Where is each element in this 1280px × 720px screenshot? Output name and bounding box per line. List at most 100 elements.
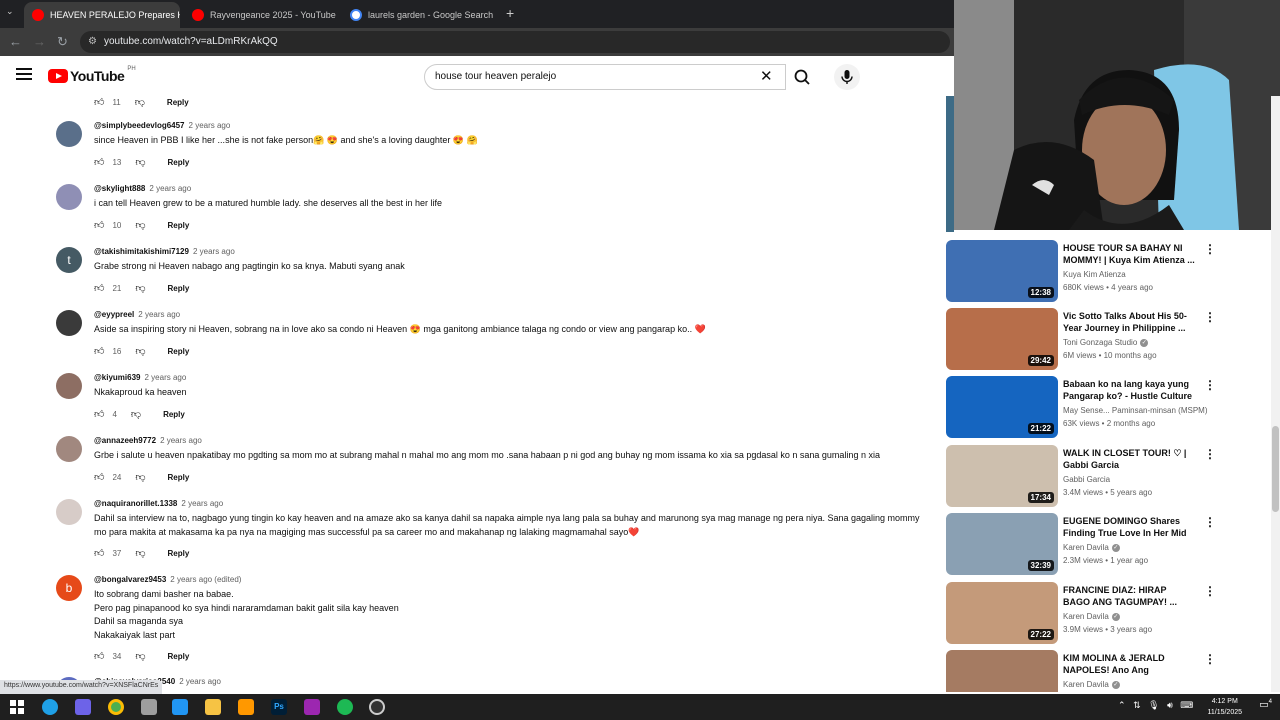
comment-time[interactable]: 2 years ago [145,373,187,382]
dislike-icon[interactable]: 👎︎ [135,156,145,168]
voice-search-button[interactable] [834,64,860,90]
comment-time[interactable]: 2 years ago [193,247,235,256]
reply-button[interactable]: Reply [168,652,190,661]
comment-time[interactable]: 2 years ago [181,499,223,508]
edge-icon[interactable] [42,699,58,715]
back-icon[interactable]: ← [9,34,22,49]
more-options-icon[interactable]: ⋮ [1204,242,1216,256]
channel-name[interactable]: Gabbi Garcia [1063,475,1110,484]
photoshop-icon[interactable]: Ps [271,699,287,715]
avatar[interactable] [56,499,82,525]
related-thumbnail-partial[interactable] [946,96,954,232]
visual-studio-icon[interactable] [304,699,320,715]
search-button[interactable] [786,64,822,90]
video-thumbnail[interactable]: 17:34 [946,445,1058,507]
channel-name[interactable]: Karen Davila ✓ [1063,612,1120,621]
vscode-icon[interactable] [172,699,188,715]
network-icon[interactable]: ⇅ [1133,700,1141,710]
system-tray[interactable]: ⌃ ⇅ 🎙︎ 🔊︎ ⌨ [1118,700,1193,711]
video-title[interactable]: Babaan ko na lang kaya yung Pangarap ko?… [1063,378,1195,402]
like-icon[interactable]: 👍︎ [94,471,104,483]
new-tab-button[interactable]: + [506,5,514,21]
comment-author[interactable]: @skylight888 [94,184,145,193]
volume-icon[interactable]: 🔊︎ [1167,700,1173,710]
video-thumbnail[interactable]: 29:42 [946,308,1058,370]
clock[interactable]: 4:12 PM 11/15/2025 [1207,696,1242,718]
like-icon[interactable]: 👍︎ [94,96,104,108]
channel-name[interactable]: May Sense... Paminsan-minsan (MSPM) [1063,406,1208,415]
more-options-icon[interactable]: ⋮ [1204,652,1216,666]
like-icon[interactable]: 👍︎ [94,408,104,420]
dislike-icon[interactable]: 👎︎ [135,96,145,108]
avatar[interactable] [56,373,82,399]
related-video-item[interactable]: 17:34 WALK IN CLOSET TOUR! ♡ | Gabbi Gar… [946,445,1246,507]
video-thumbnail[interactable] [946,650,1058,692]
more-options-icon[interactable]: ⋮ [1204,378,1216,392]
related-video-item[interactable]: 32:39 EUGENE DOMINGO Shares Finding True… [946,513,1246,575]
video-title[interactable]: WALK IN CLOSET TOUR! ♡ | Gabbi Garcia [1063,447,1195,471]
site-info-icon[interactable]: ⚙ [88,31,97,53]
obs-icon[interactable] [369,699,385,715]
related-video-item[interactable]: 21:22 Babaan ko na lang kaya yung Pangar… [946,376,1246,438]
channel-name[interactable]: Toni Gonzaga Studio ✓ [1063,338,1149,347]
comment-time[interactable]: 2 years ago [189,121,231,130]
copilot-icon[interactable] [75,699,91,715]
app-icon[interactable] [141,699,157,715]
channel-name[interactable]: Karen Davila ✓ [1063,543,1120,552]
video-thumbnail[interactable]: 27:22 [946,582,1058,644]
video-title[interactable]: KIM MOLINA & JERALD NAPOLES! Ano Ang Kon… [1063,652,1195,676]
comment-time[interactable]: 2 years ago [138,310,180,319]
hamburger-menu-icon[interactable] [16,68,32,80]
scrollbar-thumb[interactable] [1272,426,1279,512]
url-field[interactable]: ⚙ youtube.com/watch?v=aLDmRKrAkQQ [80,31,950,53]
chrome-icon[interactable] [108,699,124,715]
reply-button[interactable]: Reply [168,284,190,293]
comment-author[interactable]: @annazeeh9772 [94,436,156,445]
channel-name[interactable]: Kuya Kim Atienza [1063,270,1126,279]
forward-icon[interactable]: → [33,34,46,49]
video-thumbnail[interactable]: 21:22 [946,376,1058,438]
avatar[interactable] [56,121,82,147]
related-video-item[interactable]: 12:38 HOUSE TOUR SA BAHAY NI MOMMY! | Ku… [946,240,1246,302]
windows-start-icon[interactable] [9,699,25,715]
close-tab-icon[interactable]: ✕ [493,9,498,22]
reply-button[interactable]: Reply [167,98,189,107]
dislike-icon[interactable]: 👎︎ [135,219,145,231]
browser-tab-2[interactable]: Rayvengeance 2025 - YouTube ✕ [184,2,338,28]
avatar[interactable] [56,436,82,462]
dislike-icon[interactable]: 👎︎ [135,345,145,357]
comment-author[interactable]: @naquiranorillet.1338 [94,499,177,508]
avatar[interactable]: b [56,575,82,601]
channel-name[interactable]: Karen Davila ✓ [1063,680,1120,689]
like-icon[interactable]: 👍︎ [94,156,104,168]
like-icon[interactable]: 👍︎ [94,219,104,231]
comment-author[interactable]: @kiyumi639 [94,373,141,382]
more-options-icon[interactable]: ⋮ [1204,515,1216,529]
avatar[interactable] [56,310,82,336]
comment-time[interactable]: 2 years ago (edited) [170,575,241,584]
reply-button[interactable]: Reply [168,221,190,230]
like-icon[interactable]: 👍︎ [94,547,104,559]
reply-button[interactable]: Reply [168,347,190,356]
spotify-icon[interactable] [337,699,353,715]
more-options-icon[interactable]: ⋮ [1204,447,1216,461]
browser-tab-3[interactable]: laurels garden - Google Search ✕ [342,2,498,28]
reload-icon[interactable]: ↻ [57,34,68,50]
like-icon[interactable]: 👍︎ [94,282,104,294]
browser-tab-1[interactable]: HEAVEN PERALEJO Prepares He ✕ [24,2,180,28]
dislike-icon[interactable]: 👎︎ [135,282,145,294]
related-video-item[interactable]: 27:22 FRANCINE DIAZ: HIRAP BAGO ANG TAGU… [946,582,1246,644]
related-video-item[interactable]: KIM MOLINA & JERALD NAPOLES! Ano Ang Kon… [946,650,1246,692]
comment-time[interactable]: 2 years ago [179,677,221,686]
video-title[interactable]: FRANCINE DIAZ: HIRAP BAGO ANG TAGUMPAY! … [1063,584,1195,608]
avatar[interactable]: t [56,247,82,273]
like-icon[interactable]: 👍︎ [94,650,104,662]
comment-author[interactable]: @takishimitakishimi7129 [94,247,189,256]
reply-button[interactable]: Reply [168,158,190,167]
dislike-icon[interactable]: 👎︎ [135,547,145,559]
more-options-icon[interactable]: ⋮ [1204,584,1216,598]
more-options-icon[interactable]: ⋮ [1204,310,1216,324]
comment-author[interactable]: @simplybeedevlog6457 [94,121,185,130]
microphone-tray-icon[interactable]: 🎙︎ [1148,700,1159,710]
comment-author[interactable]: @eyypreel [94,310,134,319]
